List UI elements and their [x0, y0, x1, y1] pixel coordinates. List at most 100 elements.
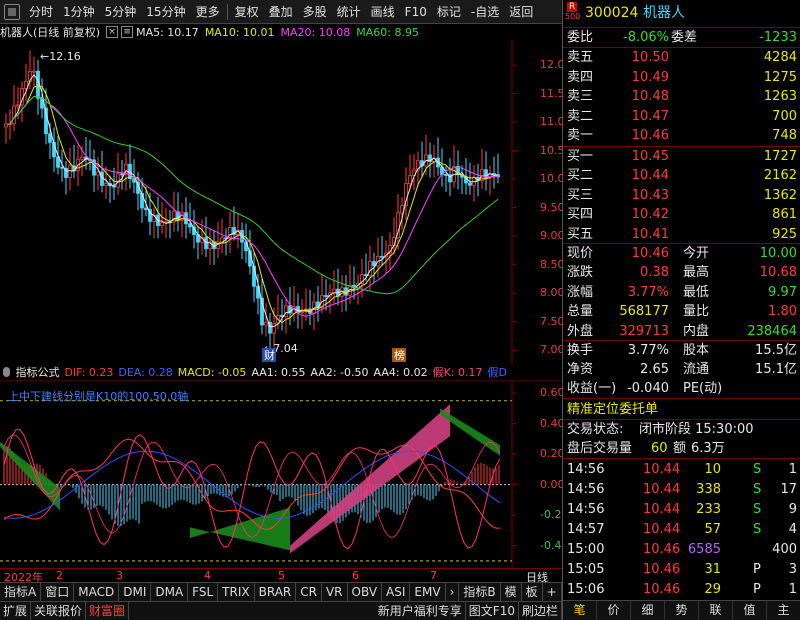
candle-body	[32, 70, 36, 73]
ask-level-1[interactable]: 卖一 10.46 748	[563, 126, 800, 145]
toolbar-remove-watchlist[interactable]: -自选	[466, 0, 504, 24]
tab-obv[interactable]: OBV	[348, 583, 383, 601]
tab-indicator-a[interactable]: 指标A	[0, 583, 42, 601]
stat-row[interactable]: 涨跌 0.38 最高 10.68	[563, 263, 800, 282]
tab-fsl[interactable]: FSL	[188, 583, 219, 601]
stat2-row[interactable]: 换手 3.77% 股本 15.5亿	[563, 341, 800, 360]
section-title[interactable]: 精准定位委托单	[563, 400, 800, 419]
tab-wealth-circle[interactable]: 财富圈	[86, 602, 130, 620]
tab-related-quotes[interactable]: 关联报价	[31, 602, 87, 620]
tab-scroll-right[interactable]: ›	[446, 583, 460, 601]
tick-row[interactable]: 14:56 10.44 10 S 1	[563, 460, 800, 479]
quote-tab-1[interactable]: 价	[597, 601, 631, 620]
quote-tab-2[interactable]: 细	[631, 601, 665, 620]
ask-level-4[interactable]: 卖四 10.49 1275	[563, 68, 800, 87]
toolbar-draw-line[interactable]: 画线	[366, 0, 400, 24]
tick-time: 15:06	[567, 582, 605, 597]
ask-level-2[interactable]: 卖二 10.47 700	[563, 107, 800, 126]
stat-row[interactable]: 现价 10.46 今开 10.00	[563, 244, 800, 263]
tab-window[interactable]: 窗口	[41, 583, 75, 601]
tab-dma[interactable]: DMA	[151, 583, 189, 601]
toolbar-1min[interactable]: 1分钟	[58, 0, 100, 24]
ask-level-3[interactable]: 卖三 10.48 1263	[563, 87, 800, 106]
toolbar-back[interactable]: 返回	[504, 0, 538, 24]
candle-body	[68, 165, 72, 178]
tick-row[interactable]: 15:00 10.46 6585 400	[563, 540, 800, 559]
toolbar-restore-rights[interactable]: 复权	[230, 0, 264, 24]
tab-trix[interactable]: TRIX	[218, 583, 255, 601]
price-chart[interactable]: ←12.16←7.04财榜	[0, 40, 562, 364]
candle-body	[272, 323, 276, 334]
quote-tab-3[interactable]: 势	[665, 601, 699, 620]
bid-level-1[interactable]: 买一 10.45 1727	[563, 147, 800, 166]
ranking-badge-label: 榜	[394, 348, 405, 362]
toolbar-mark[interactable]: 标记	[432, 0, 466, 24]
bid-level-4[interactable]: 买四 10.42 861	[563, 205, 800, 224]
toolbar-intraday[interactable]: 分时	[24, 0, 58, 24]
tick-count: 4	[788, 522, 797, 537]
bid-level-5[interactable]: 买五 10.41 925	[563, 225, 800, 244]
toolbar-overlay[interactable]: 叠加	[264, 0, 298, 24]
tick-price: 10.46	[643, 542, 681, 557]
quote-tab-5[interactable]: 值	[733, 601, 767, 620]
candle-body	[120, 173, 124, 176]
bid-label: 买四	[567, 207, 594, 223]
ask-level-5[interactable]: 卖五 10.50 4284	[563, 48, 800, 67]
tick-row[interactable]: 15:05 10.46 31 P 3	[563, 560, 800, 579]
tab-extend[interactable]: 扩展	[0, 602, 32, 620]
stat-label-1: 净资	[567, 362, 594, 377]
indicator-name[interactable]: 指标公式	[15, 364, 59, 380]
indicator-menu-icon[interactable]	[3, 367, 11, 377]
ask-volume: 1263	[763, 89, 797, 105]
tab-vr[interactable]: VR	[322, 583, 348, 601]
tick-row[interactable]: 15:06 10.46 29 P 1	[563, 580, 800, 599]
indicator-tabs: 指标A 窗口 MACD DMI DMA FSL TRIX BRAR CR VR …	[0, 582, 581, 601]
stat2-row[interactable]: 净资 2.65 流通 15.1亿	[563, 360, 800, 379]
tab-macd[interactable]: MACD	[74, 583, 120, 601]
tick-count: 3	[788, 562, 797, 577]
stat-row[interactable]: 总量 568177 量比 1.80	[563, 302, 800, 321]
tab-graphic-f10[interactable]: 图文F10	[466, 602, 519, 620]
tick-row[interactable]: 14:56 10.44 338 S 17	[563, 480, 800, 499]
tab-emv[interactable]: EMV	[410, 583, 446, 601]
toolbar-f10[interactable]: F10	[400, 0, 432, 24]
jk-label: 假K: 0.17	[432, 366, 483, 379]
settings-icon[interactable]: ≡	[121, 26, 134, 38]
tab-indicator-b[interactable]: 指标B	[459, 583, 501, 601]
tab-brar[interactable]: BRAR	[255, 583, 297, 601]
tab-dmi[interactable]: DMI	[119, 583, 152, 601]
ask-price: 10.50	[631, 50, 669, 65]
tab-template-2[interactable]: 板	[522, 583, 543, 601]
quote-panel-tabs: 笔价细势联值主	[563, 600, 800, 620]
tab-cr[interactable]: CR	[296, 583, 322, 601]
bid-level-2[interactable]: 买二 10.44 2162	[563, 166, 800, 185]
stat-row[interactable]: 涨幅 3.77% 最低 9.97	[563, 283, 800, 302]
stat2-row[interactable]: 收益(一) -0.040 PE(动)	[563, 379, 800, 398]
toolbar-multi-stock[interactable]: 多股	[298, 0, 332, 24]
quote-tab-0[interactable]: 笔	[563, 601, 597, 620]
quote-tab-6[interactable]: 主	[767, 601, 800, 620]
tab-asi[interactable]: ASI	[382, 583, 411, 601]
ma60-label: MA60: 8.95	[356, 25, 419, 39]
ask-volume: 700	[772, 108, 797, 124]
toolbar-more[interactable]: 更多	[191, 0, 225, 24]
tab-toggle-sidebar[interactable]: 刷边栏	[519, 602, 562, 620]
bid-price: 10.41	[631, 226, 669, 242]
tab-template-1[interactable]: 模	[501, 583, 522, 601]
toolbar-5min[interactable]: 5分钟	[100, 0, 142, 24]
tick-volume: 29	[704, 582, 721, 597]
tick-row[interactable]: 14:56 10.44 233 S 9	[563, 500, 800, 519]
tab-new-user-benefits[interactable]: 新用户福利专享	[375, 602, 466, 620]
toolbar-15min[interactable]: 15分钟	[141, 0, 190, 24]
tick-row[interactable]: 14:57 10.44 57 S 4	[563, 520, 800, 539]
close-icon[interactable]: ×	[106, 26, 119, 38]
indicator-chart[interactable]	[0, 380, 562, 568]
ask-volume: 4284	[763, 50, 797, 65]
toolbar-stats[interactable]: 统计	[332, 0, 366, 24]
tick-time: 14:56	[567, 462, 605, 477]
stat-row[interactable]: 外盘 329713 内盘 238464	[563, 322, 800, 341]
quote-tab-4[interactable]: 联	[699, 601, 733, 620]
jd-label: 假D	[487, 366, 507, 379]
tab-add[interactable]: +	[543, 583, 562, 601]
bid-level-3[interactable]: 买三 10.43 1362	[563, 186, 800, 205]
